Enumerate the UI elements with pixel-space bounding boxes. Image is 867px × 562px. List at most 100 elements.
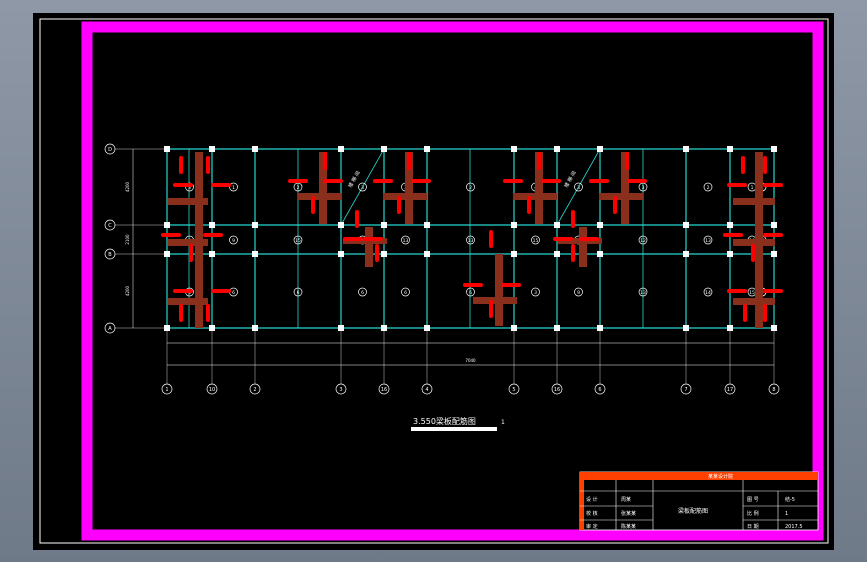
slab-id-label: 6 (404, 290, 407, 296)
column-node (554, 222, 560, 228)
dimension-left: 2100 (125, 234, 130, 245)
slab-id-label: 2 (707, 185, 710, 191)
rebar-mark (173, 289, 193, 293)
stair-label: 楼 梯 间 (563, 170, 578, 189)
heavy-beam (383, 193, 427, 200)
column-node (381, 325, 387, 331)
title-block-header: 某某设计院 (708, 473, 733, 480)
column-node (209, 222, 215, 228)
column-node (683, 251, 689, 257)
column-node (771, 325, 777, 331)
dimension-left: 4200 (125, 181, 130, 192)
slab-id-label: 6 (232, 290, 235, 296)
axis-label: 8 (772, 387, 775, 393)
rebar-mark (211, 289, 231, 293)
slab-id-label: 3 (577, 185, 580, 191)
drawing-sheet: 楼 梯 间楼 梯 间312332433212389151013131515121… (33, 13, 834, 550)
heavy-beam (365, 227, 373, 267)
axis-label: 5 (512, 387, 515, 393)
heavy-beam (168, 198, 208, 205)
axis-label: C (108, 223, 112, 229)
column-node (727, 325, 733, 331)
column-node (771, 146, 777, 152)
slab-id-label: 6 (297, 290, 300, 296)
axis-label: 16 (381, 387, 387, 393)
floor-plan: 楼 梯 间楼 梯 间312332433212389151013131515121… (104, 143, 783, 395)
column-node (252, 146, 258, 152)
rebar-mark (763, 156, 767, 174)
rebar-mark (489, 230, 493, 248)
tb-right-label-1: 图 号 (747, 497, 759, 503)
rebar-mark (571, 210, 575, 228)
column-node (424, 251, 430, 257)
slab-id-label: 2 (297, 185, 300, 191)
rebar-mark (763, 304, 767, 322)
rebar-mark (503, 179, 523, 183)
axis-label: 2 (253, 387, 256, 393)
rebar-mark (206, 156, 210, 174)
column-node (252, 222, 258, 228)
rebar-mark (527, 196, 531, 214)
slab-id-label: 3 (642, 185, 645, 191)
tb-right-label-3: 日 期 (747, 524, 759, 530)
rebar-mark (727, 183, 747, 187)
tb-value-3: 陈某某 (621, 523, 636, 530)
rebar-mark (613, 196, 617, 214)
column-node (338, 222, 344, 228)
slab-id-label: 15 (749, 290, 755, 296)
tb-right-label-2: 比 例 (747, 510, 759, 517)
column-node (683, 146, 689, 152)
axis-label: 3 (339, 387, 342, 393)
slab-id-label: 13 (640, 290, 646, 296)
slab-id-label: 9 (232, 238, 235, 244)
rebar-mark (589, 179, 609, 183)
slab-id-label: 1 (751, 185, 754, 191)
column-node (252, 251, 258, 257)
column-node (209, 146, 215, 152)
column-node (597, 325, 603, 331)
axis-label: 6 (598, 387, 601, 393)
heavy-beam (513, 193, 557, 200)
rebar-mark (373, 179, 393, 183)
axis-label: A (108, 326, 112, 332)
column-node (727, 222, 733, 228)
tb-value-1: 周某 (621, 497, 631, 503)
column-node (381, 222, 387, 228)
rebar-mark (189, 244, 193, 262)
rebar-mark (763, 233, 783, 237)
slab-id-label: 6 (361, 290, 364, 296)
column-node (209, 251, 215, 257)
column-node (511, 251, 517, 257)
rebar-mark (741, 156, 745, 174)
rebar-mark (179, 156, 183, 174)
slab-id-label: 13 (403, 238, 409, 244)
column-node (597, 146, 603, 152)
slab-id-label: 9 (577, 290, 580, 296)
rebar-mark (751, 244, 755, 262)
column-node (683, 222, 689, 228)
column-node (338, 251, 344, 257)
heavy-beam (298, 193, 342, 200)
rebar-mark (363, 237, 383, 241)
outer-border (39, 18, 829, 544)
rebar-mark (323, 152, 327, 170)
rebar-mark (203, 233, 223, 237)
axis-label: 17 (727, 387, 733, 393)
rebar-mark (375, 244, 379, 262)
column-node (424, 222, 430, 228)
cad-drawing: 楼 梯 间楼 梯 间312332433212389151013131515121… (39, 18, 829, 544)
axis-label: 16 (554, 387, 560, 393)
plan-title: 3.550梁板配筋图 (413, 416, 476, 426)
tb-right-value-2: 1 (785, 511, 788, 517)
stair-label: 楼 梯 间 (347, 170, 362, 189)
tb-right-value-1: 结-5 (785, 496, 795, 503)
heavy-beam (733, 298, 775, 305)
column-node (554, 251, 560, 257)
rebar-mark (411, 179, 431, 183)
axis-label: 10 (209, 387, 215, 393)
column-node (424, 325, 430, 331)
column-node (554, 325, 560, 331)
column-node (381, 251, 387, 257)
rebar-mark (723, 233, 743, 237)
slab-id-label: 3 (361, 185, 364, 191)
